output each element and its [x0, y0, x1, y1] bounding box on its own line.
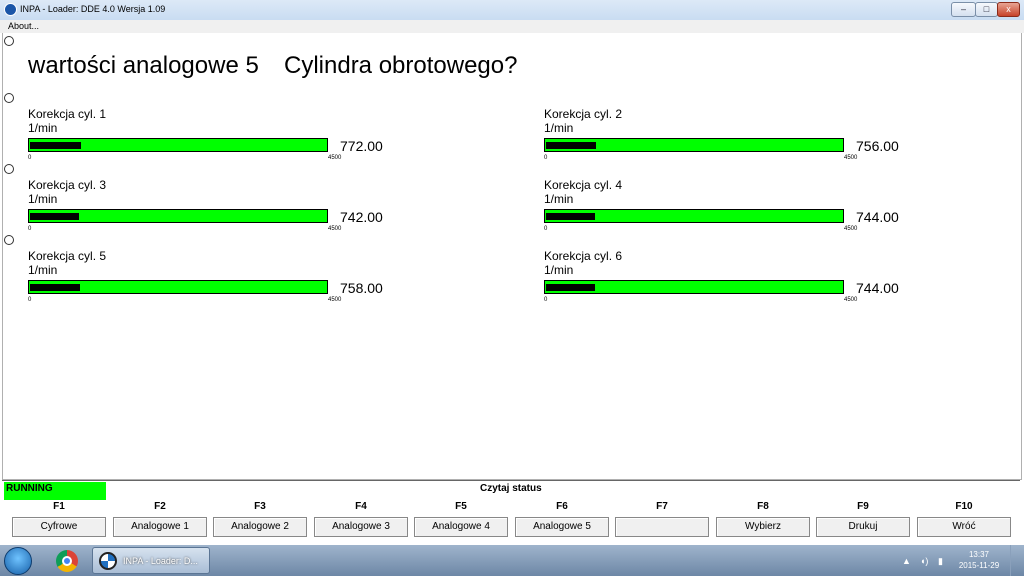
taskbar: INPA - Loader: D... ▲ ◖) ▮ 13:37 2015-11…	[0, 545, 1024, 576]
taskbar-inpa-task[interactable]: INPA - Loader: D...	[92, 547, 210, 574]
gauge-value: 744.00	[856, 209, 899, 225]
menu-about[interactable]: About...	[8, 21, 39, 31]
page-title: wartości analogowe 5	[28, 52, 259, 79]
analogowe-5-button[interactable]: Analogowe 5	[515, 517, 609, 537]
analogowe-3-button[interactable]: Analogowe 3	[314, 517, 408, 537]
fkey-label-f3: F3	[254, 501, 266, 512]
gauge-min: 0	[28, 155, 32, 161]
start-button-icon[interactable]	[4, 547, 32, 575]
gauge-fill	[30, 142, 81, 149]
close-button[interactable]: x	[997, 2, 1020, 17]
maximize-button[interactable]: □	[975, 2, 998, 17]
gauge-cyl-5: Korekcja cyl. 5 1/min 758.00 0 4500	[28, 249, 388, 309]
gauge-value: 756.00	[856, 138, 899, 154]
minimize-button[interactable]: –	[951, 2, 976, 17]
gauge-cyl-6: Korekcja cyl. 6 1/min 744.00 0 4500	[544, 249, 904, 309]
analogowe-2-button[interactable]: Analogowe 2	[213, 517, 307, 537]
gauge-min: 0	[544, 297, 548, 303]
volume-icon[interactable]: ◖)	[920, 556, 928, 566]
clock[interactable]: 13:37 2015-11-29	[953, 549, 1005, 571]
gauge-min: 0	[28, 226, 32, 232]
radio-indicator[interactable]	[4, 235, 14, 245]
clock-date: 2015-11-29	[958, 561, 1000, 570]
tray-expand-icon[interactable]: ▲	[902, 556, 911, 566]
analogowe-1-button[interactable]: Analogowe 1	[113, 517, 207, 537]
bmw-logo-icon	[99, 552, 117, 570]
gauge-bar	[544, 209, 844, 223]
fkey-label-f6: F6	[556, 501, 568, 512]
taskbar-task-title: INPA - Loader: D...	[123, 556, 198, 566]
gauge-value: 742.00	[340, 209, 383, 225]
gauge-fill	[30, 213, 79, 220]
fkey-label-f7: F7	[656, 501, 668, 512]
gauge-label: Korekcja cyl. 4	[544, 178, 623, 192]
gauge-bar	[544, 280, 844, 294]
gauge-max: 4500	[844, 155, 858, 161]
wybierz-button[interactable]: Wybierz	[716, 517, 810, 537]
f7-button[interactable]	[615, 517, 709, 537]
clock-time: 13:37	[968, 550, 990, 559]
radio-indicator[interactable]	[4, 164, 14, 174]
status-caption: Czytaj status	[480, 483, 542, 494]
gauge-label: Korekcja cyl. 2	[544, 107, 623, 121]
fkey-label-f9: F9	[857, 501, 869, 512]
gauge-cyl-4: Korekcja cyl. 4 1/min 744.00 0 4500	[544, 178, 904, 238]
gauge-value: 772.00	[340, 138, 383, 154]
gauge-fill	[546, 142, 596, 149]
analogowe-4-button[interactable]: Analogowe 4	[414, 517, 508, 537]
radio-indicator[interactable]	[4, 93, 14, 103]
fkey-label-f2: F2	[154, 501, 166, 512]
wroc-button[interactable]: Wróć	[917, 517, 1011, 537]
gauge-label: Korekcja cyl. 6	[544, 249, 623, 263]
gauge-min: 0	[544, 155, 548, 161]
gauge-fill	[546, 213, 595, 220]
gauge-label: Korekcja cyl. 3	[28, 178, 107, 192]
gauge-bar	[28, 138, 328, 152]
gauge-label: Korekcja cyl. 1	[28, 107, 107, 121]
page-subtitle: Cylindra obrotowego?	[284, 52, 518, 79]
show-desktop-button[interactable]	[1010, 545, 1024, 576]
gauge-unit: 1/min	[544, 192, 574, 206]
fkey-label-f4: F4	[355, 501, 367, 512]
gauge-max: 4500	[328, 226, 342, 232]
gauge-value: 744.00	[856, 280, 899, 296]
gauge-unit: 1/min	[544, 121, 574, 135]
chrome-taskbar-icon[interactable]	[44, 547, 90, 574]
gauge-unit: 1/min	[28, 121, 58, 135]
function-key-bar: RUNNING Czytaj status F1 F2 F3 F4 F5 F6 …	[2, 480, 1020, 543]
fkey-label-f10: F10	[955, 501, 973, 512]
gauge-max: 4500	[844, 226, 858, 232]
gauge-unit: 1/min	[544, 263, 574, 277]
battery-icon[interactable]: ▮	[938, 556, 943, 567]
gauge-max: 4500	[328, 155, 342, 161]
gauge-max: 4500	[328, 297, 342, 303]
drukuj-button[interactable]: Drukuj	[816, 517, 910, 537]
gauge-bar	[28, 280, 328, 294]
bmw-logo-icon	[4, 3, 17, 16]
gauge-cyl-3: Korekcja cyl. 3 1/min 742.00 0 4500	[28, 178, 388, 238]
radio-indicator[interactable]	[4, 36, 14, 46]
gauge-min: 0	[544, 226, 548, 232]
fkey-label-f5: F5	[455, 501, 467, 512]
chrome-icon-center	[62, 556, 72, 566]
gauge-max: 4500	[844, 297, 858, 303]
window-title: INPA - Loader: DDE 4.0 Wersja 1.09	[20, 4, 166, 14]
gauge-cyl-1: Korekcja cyl. 1 1/min 772.00 0 4500	[28, 107, 388, 167]
gauge-min: 0	[28, 297, 32, 303]
cyfrowe-button[interactable]: Cyfrowe	[12, 517, 106, 537]
gauge-bar	[544, 138, 844, 152]
fkey-label-f8: F8	[757, 501, 769, 512]
gauge-cyl-2: Korekcja cyl. 2 1/min 756.00 0 4500	[544, 107, 904, 167]
fkey-label-f1: F1	[53, 501, 65, 512]
gauge-fill	[30, 284, 80, 291]
gauge-fill	[546, 284, 595, 291]
title-bar: INPA - Loader: DDE 4.0 Wersja 1.09 – □ x	[0, 0, 1024, 21]
running-status-badge: RUNNING	[4, 482, 106, 500]
gauge-value: 758.00	[340, 280, 383, 296]
gauge-unit: 1/min	[28, 263, 58, 277]
menu-bar: About...	[0, 20, 1024, 33]
gauge-label: Korekcja cyl. 5	[28, 249, 107, 263]
gauge-unit: 1/min	[28, 192, 58, 206]
gauge-bar	[28, 209, 328, 223]
